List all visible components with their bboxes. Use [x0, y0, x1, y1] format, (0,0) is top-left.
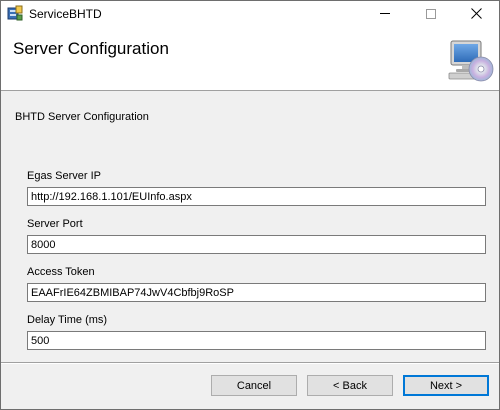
header-banner: Server Configuration	[1, 26, 499, 91]
minimize-icon	[380, 13, 390, 14]
footer-divider-highlight	[1, 363, 499, 364]
maximize-button[interactable]	[408, 1, 454, 26]
delay-time-label: Delay Time (ms)	[27, 314, 108, 326]
installer-window: ServiceBHTD Server Configuration BHTD Se…	[0, 0, 500, 410]
cancel-button[interactable]: Cancel	[211, 375, 297, 396]
section-title: BHTD Server Configuration	[15, 111, 149, 123]
next-button[interactable]: Next >	[403, 375, 489, 396]
close-button[interactable]	[453, 1, 499, 26]
window-title: ServiceBHTD	[29, 7, 102, 21]
delay-time-input[interactable]	[27, 331, 486, 350]
minimize-button[interactable]	[362, 1, 408, 26]
installer-app-icon	[7, 5, 23, 21]
computer-cd-icon	[448, 40, 494, 82]
access-token-input[interactable]	[27, 283, 486, 302]
title-bar[interactable]: ServiceBHTD	[1, 1, 499, 26]
back-button[interactable]: < Back	[307, 375, 393, 396]
page-title: Server Configuration	[13, 39, 169, 58]
close-icon	[470, 8, 482, 19]
server-port-input[interactable]	[27, 235, 486, 254]
server-ip-label: Egas Server IP	[27, 170, 101, 182]
server-port-label: Server Port	[27, 218, 83, 230]
maximize-icon	[426, 8, 436, 19]
server-ip-input[interactable]	[27, 187, 486, 206]
access-token-label: Access Token	[27, 266, 95, 278]
